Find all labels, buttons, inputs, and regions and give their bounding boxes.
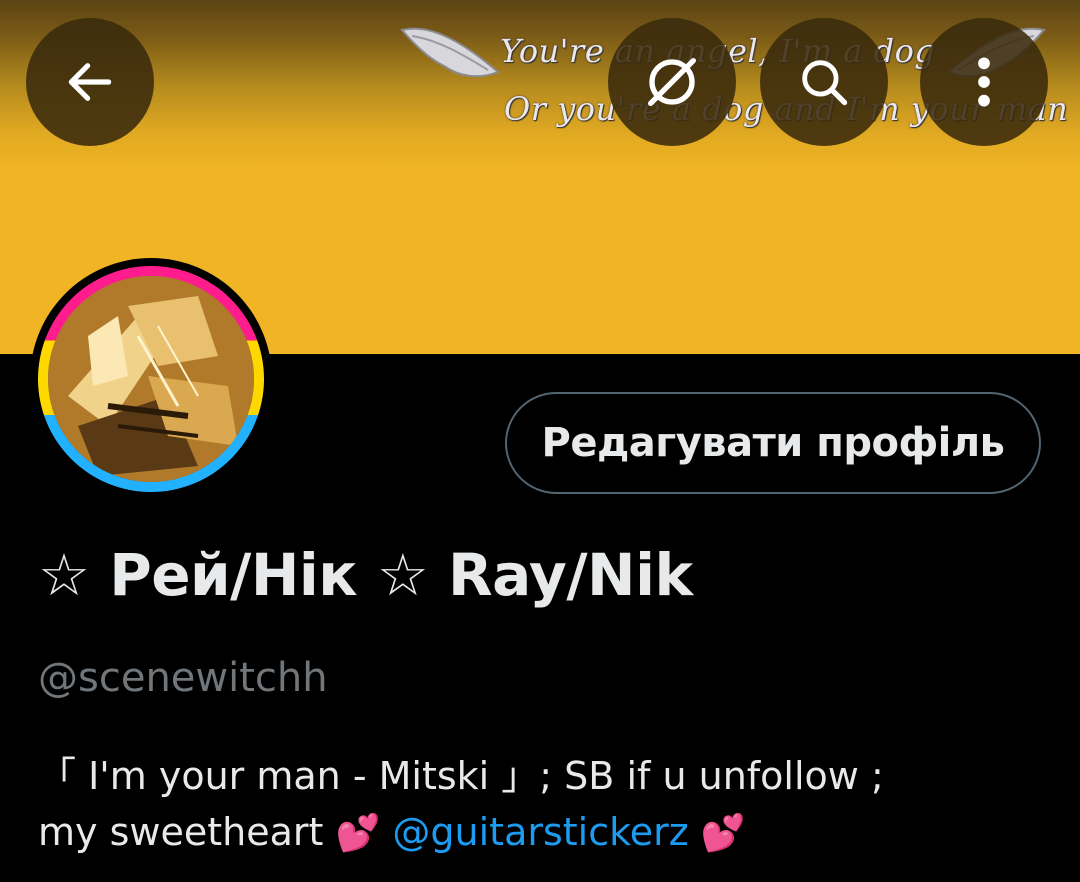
more-vertical-icon <box>978 57 990 107</box>
arrow-left-icon <box>68 63 112 101</box>
bio-mention-link[interactable]: @guitarstickerz <box>392 810 688 854</box>
bio-text: my sweetheart <box>38 810 324 854</box>
profile-avatar[interactable] <box>30 258 272 500</box>
edit-profile-button[interactable]: Редагувати профіль <box>505 392 1041 494</box>
two-hearts-icon: 💕 <box>700 813 746 854</box>
display-name: ☆ Рей/Нік ☆ Ray/Nik <box>38 541 693 609</box>
bio-line-1: 「 I'm your man - Mitski 」; SB if u unfol… <box>38 754 884 798</box>
profile-bio: 「 I'm your man - Mitski 」; SB if u unfol… <box>38 748 1048 862</box>
back-button[interactable] <box>26 18 154 146</box>
grok-icon <box>648 58 696 106</box>
search-button[interactable] <box>760 18 888 146</box>
avatar-artwork <box>48 276 254 482</box>
grok-button[interactable] <box>608 18 736 146</box>
bio-line-2: my sweetheart 💕 @guitarstickerz 💕 <box>38 804 1048 862</box>
wing-left-icon <box>400 27 500 78</box>
search-icon <box>802 60 848 106</box>
two-hearts-icon: 💕 <box>335 813 381 854</box>
profile-screen: You're an angel, I'm a dog Or you're a d… <box>0 0 1080 882</box>
username-handle: @scenewitchh <box>38 655 328 701</box>
avatar-image <box>48 276 254 482</box>
avatar-pride-ring <box>38 266 264 492</box>
more-options-button[interactable] <box>920 18 1048 146</box>
